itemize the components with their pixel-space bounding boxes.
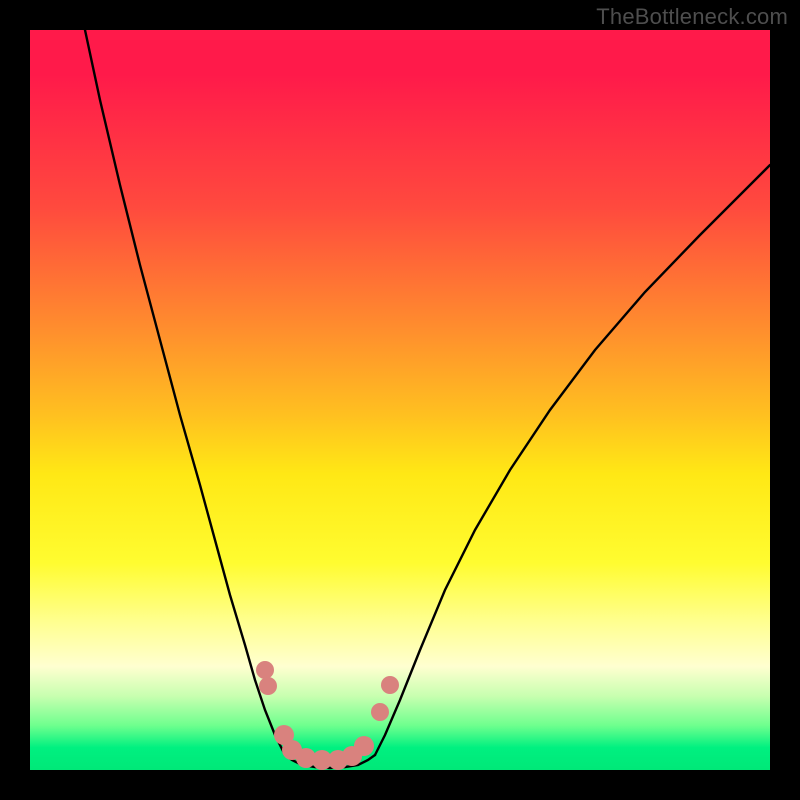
plot-area — [30, 30, 770, 770]
watermark-text: TheBottleneck.com — [596, 4, 788, 30]
curve-left — [85, 30, 285, 755]
bead-marker — [371, 703, 389, 721]
chart-svg — [30, 30, 770, 770]
bead-marker — [354, 736, 374, 756]
bead-marker — [259, 677, 277, 695]
bead-marker — [381, 676, 399, 694]
curve-right — [375, 165, 770, 755]
chart-frame: TheBottleneck.com — [0, 0, 800, 800]
bead-markers — [256, 661, 399, 770]
bead-marker — [256, 661, 274, 679]
